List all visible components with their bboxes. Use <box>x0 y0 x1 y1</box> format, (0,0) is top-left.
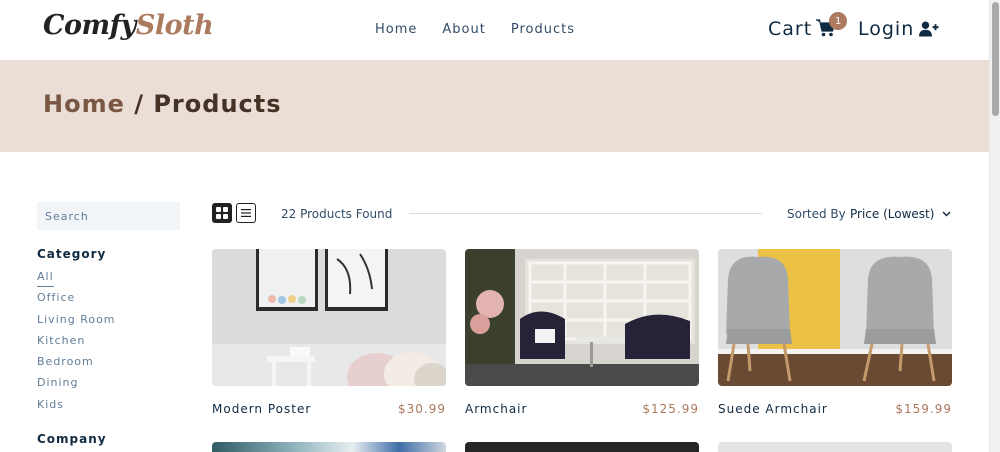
category-heading: Category <box>37 247 107 261</box>
nav-link-home[interactable]: Home <box>375 22 417 37</box>
login-label: Login <box>858 18 915 40</box>
category-dining[interactable]: Dining <box>37 375 116 396</box>
sort-value: Price (Lowest) <box>850 207 935 221</box>
breadcrumb-separator: / <box>124 90 154 118</box>
cart-count-badge: 1 <box>829 12 848 30</box>
products-found-count: 22 Products Found <box>281 207 393 221</box>
list-view-button[interactable] <box>236 203 256 223</box>
category-list: All Office Living Room Kitchen Bedroom D… <box>37 269 116 418</box>
sort-select[interactable]: Price (Lowest) <box>850 207 951 221</box>
product-image-partial[interactable] <box>465 442 699 452</box>
page-hero: Home / Products <box>0 60 989 152</box>
login-button[interactable]: Login <box>858 18 939 40</box>
grid-view-button[interactable] <box>212 203 232 223</box>
list-icon <box>241 209 251 217</box>
user-plus-icon <box>919 21 939 37</box>
cart-label: Cart <box>768 18 813 40</box>
product-name: Armchair <box>465 402 528 416</box>
product-card[interactable]: Armchair $125.99 <box>465 249 699 416</box>
navbar: ComfySloth Home About Products Cart 1 Lo… <box>0 0 989 60</box>
product-image-modern-poster[interactable] <box>212 249 446 386</box>
category-office[interactable]: Office <box>37 290 116 311</box>
toolbar-divider <box>409 213 762 214</box>
nav-links: Home About Products <box>375 22 575 37</box>
logo[interactable]: ComfySloth <box>43 10 214 41</box>
nav-link-about[interactable]: About <box>442 22 485 37</box>
product-image-partial[interactable] <box>212 442 446 452</box>
breadcrumb-current: Products <box>153 90 282 118</box>
product-image-armchair[interactable] <box>465 249 699 386</box>
logo-part2: Sloth <box>135 10 214 41</box>
chevron-down-icon <box>942 211 951 217</box>
product-card[interactable]: Suede Armchair $159.99 <box>718 249 952 416</box>
product-price: $159.99 <box>895 402 952 416</box>
breadcrumb-home[interactable]: Home <box>43 90 125 118</box>
grid-icon <box>216 207 228 219</box>
scrollbar-thumb[interactable] <box>992 2 999 116</box>
cart-icon: 1 <box>816 12 848 39</box>
sort-label: Sorted By <box>787 207 846 221</box>
category-all[interactable]: All <box>37 269 116 290</box>
category-bedroom[interactable]: Bedroom <box>37 354 116 375</box>
category-kids[interactable]: Kids <box>37 397 116 418</box>
product-image-partial[interactable] <box>718 442 952 452</box>
product-price: $30.99 <box>398 402 446 416</box>
product-name: Suede Armchair <box>718 402 828 416</box>
category-kitchen[interactable]: Kitchen <box>37 333 116 354</box>
product-name: Modern Poster <box>212 402 312 416</box>
logo-part1: Comfy <box>43 10 136 41</box>
scrollbar[interactable] <box>989 0 1000 452</box>
breadcrumb: Home / Products <box>43 90 282 118</box>
search-input[interactable] <box>37 202 180 230</box>
category-living-room[interactable]: Living Room <box>37 312 116 333</box>
product-price: $125.99 <box>642 402 699 416</box>
product-card[interactable]: Modern Poster $30.99 <box>212 249 446 416</box>
nav-link-products[interactable]: Products <box>511 22 575 37</box>
product-image-suede-armchair[interactable] <box>718 249 952 386</box>
cart-button[interactable]: Cart 1 <box>768 12 848 40</box>
company-heading: Company <box>37 432 107 446</box>
